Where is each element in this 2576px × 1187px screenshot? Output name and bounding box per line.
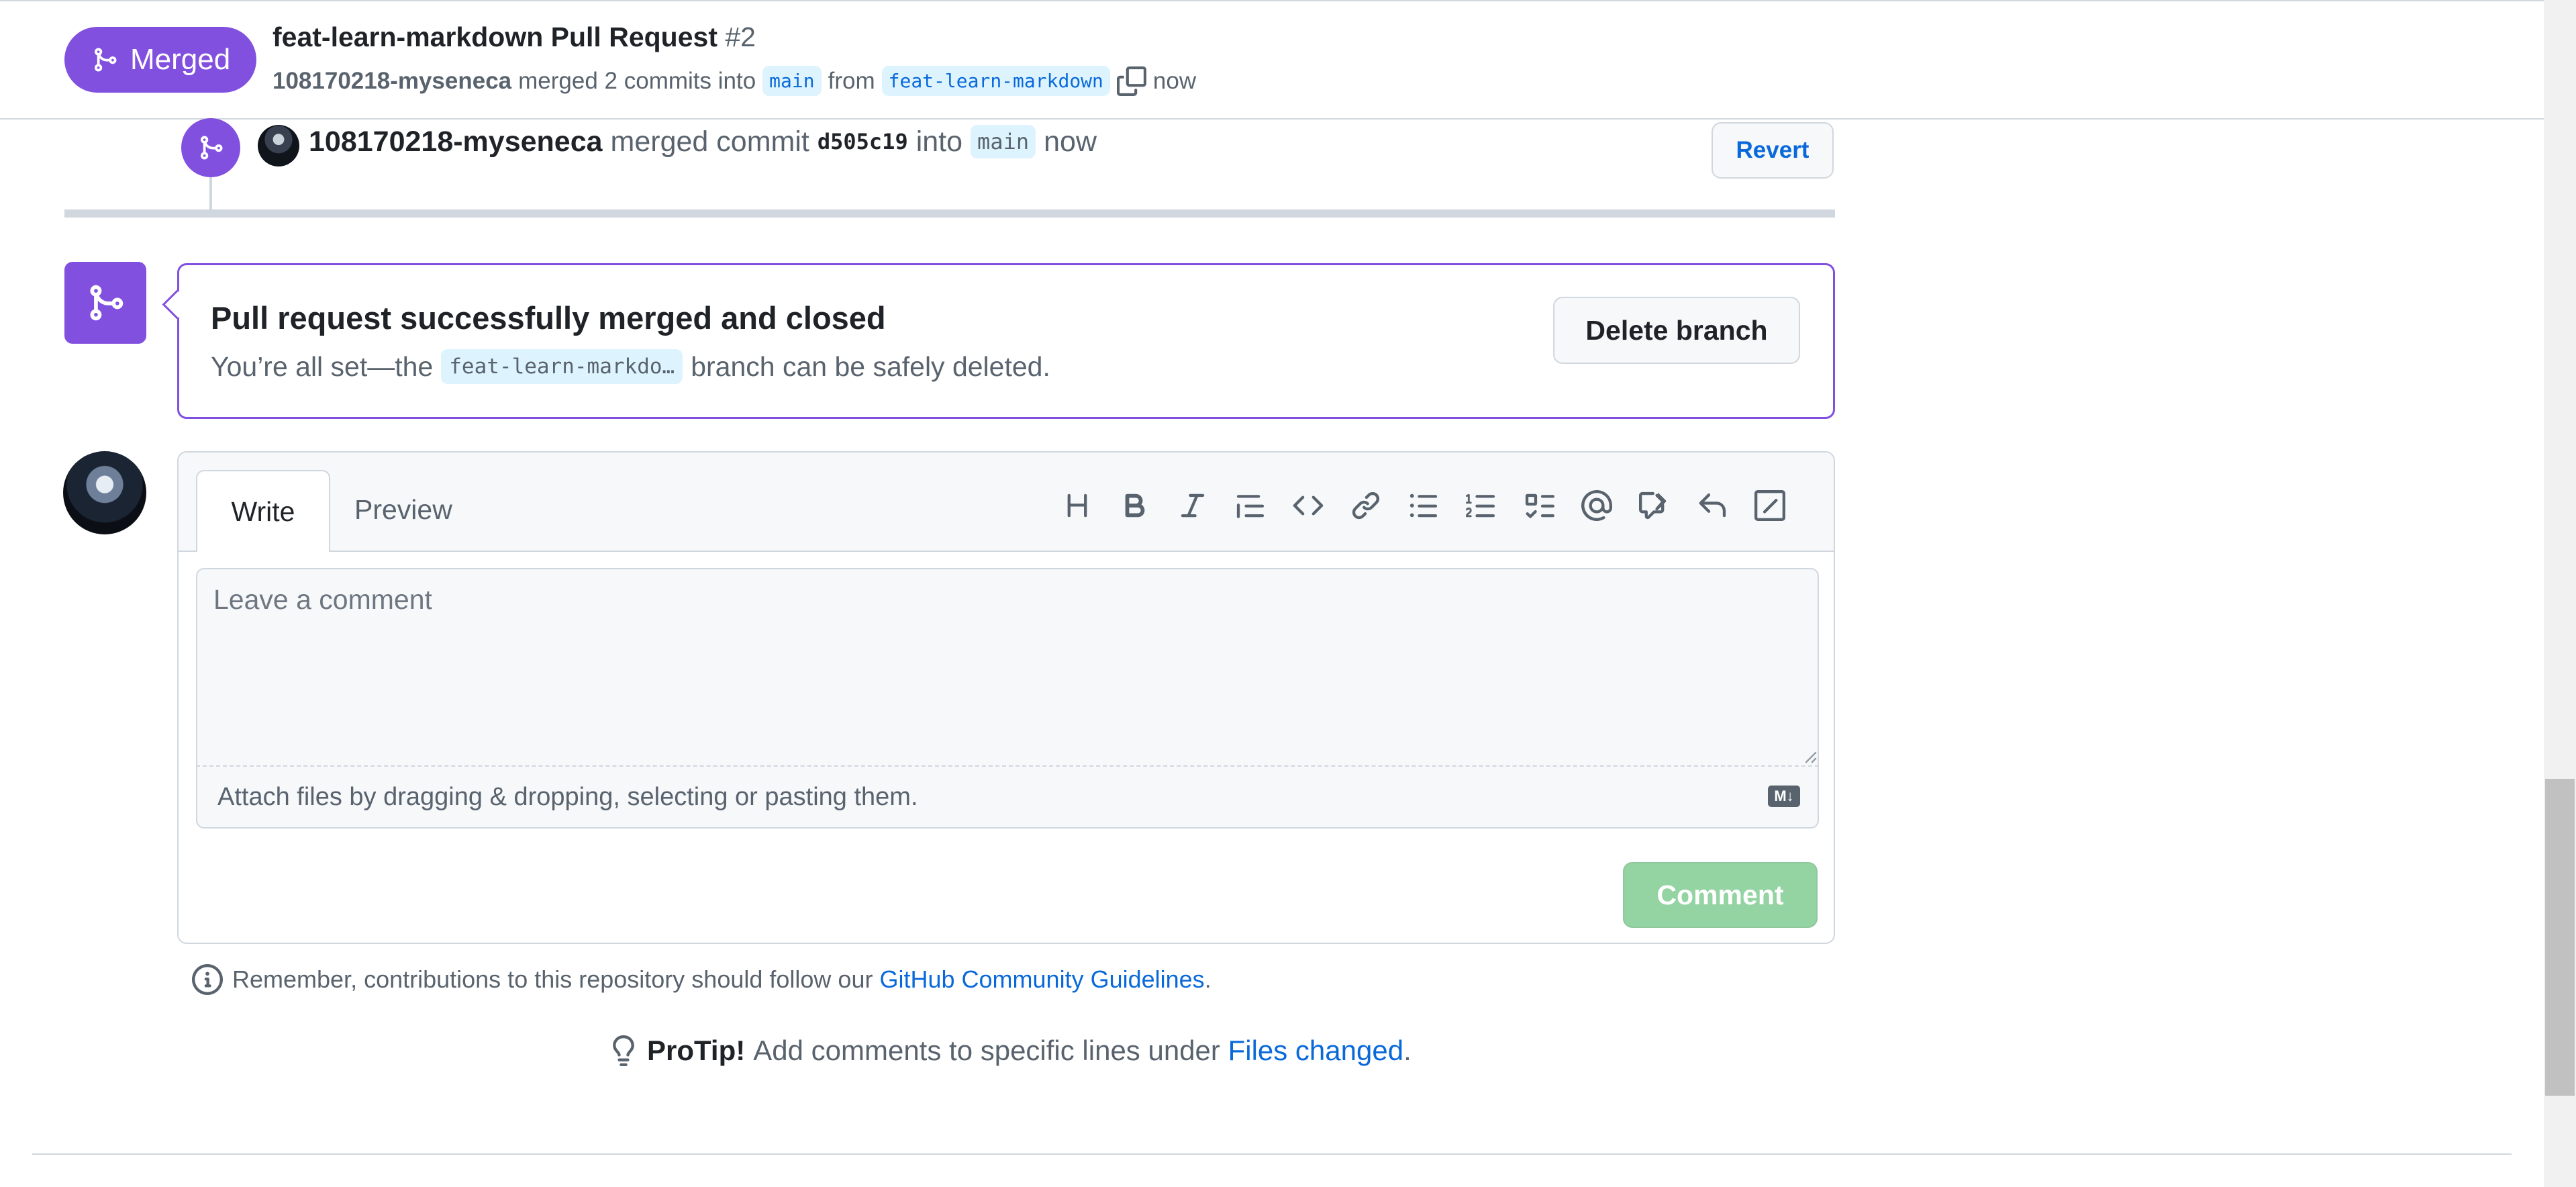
git-merge-icon [95, 48, 117, 72]
state-label: Merged [130, 43, 231, 76]
tab-write[interactable]: Write [196, 470, 330, 552]
attach-files-text: Attach files by dragging & dropping, sel… [217, 782, 918, 811]
merged-state-badge: Merged [64, 27, 256, 93]
from-text: from [828, 67, 875, 94]
head-branch-pill[interactable]: feat-learn-markdown [881, 66, 1110, 96]
git-merge-icon [90, 285, 123, 321]
event-time: now [1044, 125, 1097, 158]
pr-time: now [1152, 67, 1197, 94]
event-action: merged commit [610, 125, 809, 158]
merge-status-heading: Pull request successfully merged and clo… [211, 300, 886, 336]
merged-text: merged 2 commits into [518, 67, 756, 94]
commit-sha-link[interactable]: d505c19 [818, 129, 908, 154]
merge-sub-suffix: branch can be safely deleted. [691, 350, 1050, 382]
reply-icon[interactable] [1683, 482, 1741, 529]
composer-header: Write Preview [179, 453, 1834, 552]
revert-button[interactable]: Revert [1712, 122, 1834, 179]
merge-event-text: 108170218-myseneca merged commit d505c19… [309, 125, 1097, 158]
current-user-avatar[interactable] [63, 451, 146, 534]
slash-command-icon[interactable] [1741, 482, 1799, 529]
sticky-pr-header: Merged feat-learn-markdown Pull Request … [0, 0, 2544, 120]
guidelines-suffix: . [1204, 965, 1211, 993]
protip-text: Add comments to specific lines under [753, 1035, 1220, 1066]
protip-suffix: . [1403, 1035, 1411, 1066]
pr-meta: 108170218-myseneca merged 2 commits into… [273, 66, 1196, 96]
reference-icon[interactable] [1626, 482, 1683, 529]
attach-files-bar[interactable]: Attach files by dragging & dropping, sel… [196, 767, 1819, 828]
mention-icon[interactable] [1568, 482, 1626, 529]
light-bulb-icon [613, 1035, 634, 1066]
tab-preview[interactable]: Preview [354, 470, 452, 549]
pr-number: #2 [725, 21, 756, 52]
unordered-list-icon[interactable] [1395, 482, 1452, 529]
event-author-avatar[interactable] [258, 125, 299, 167]
resize-handle-icon[interactable] [1803, 749, 1818, 764]
comment-composer: Write Preview Attach files by dragging &… [177, 451, 1835, 944]
italic-icon[interactable] [1164, 482, 1222, 529]
event-author-link[interactable]: 108170218-myseneca [309, 126, 603, 158]
markdown-toolbar [1048, 482, 1799, 529]
task-list-icon[interactable] [1510, 482, 1568, 529]
merge-event-badge [181, 118, 240, 177]
heading-icon[interactable] [1048, 482, 1106, 529]
merge-sub-prefix: You’re all set—the [211, 350, 434, 382]
bottom-divider [32, 1153, 2512, 1155]
ordered-list-icon[interactable] [1452, 482, 1510, 529]
bold-icon[interactable] [1106, 482, 1164, 529]
base-branch-pill[interactable]: main [762, 66, 822, 96]
markdown-icon[interactable]: M↓ [1768, 786, 1800, 807]
pr-author-link[interactable]: 108170218-myseneca [273, 68, 511, 95]
comment-textarea[interactable] [196, 568, 1819, 767]
copy-icon[interactable] [1116, 66, 1146, 96]
deletable-branch-pill[interactable]: feat-learn-markdo… [441, 349, 683, 384]
protip-label: ProTip! [647, 1035, 746, 1066]
link-icon[interactable] [1337, 482, 1395, 529]
event-into: into [915, 125, 963, 158]
timeline-end-divider [64, 209, 1835, 218]
guidelines-prefix: Remember, contributions to this reposito… [232, 965, 873, 993]
protip-note: ProTip! Add comments to specific lines u… [608, 1034, 1411, 1067]
merge-status-subtext: You’re all set—the feat-learn-markdo… br… [211, 349, 1050, 384]
info-icon [192, 964, 223, 995]
community-guidelines-note: Remember, contributions to this reposito… [192, 964, 1211, 995]
files-changed-link[interactable]: Files changed [1228, 1035, 1404, 1066]
delete-branch-button[interactable]: Delete branch [1553, 297, 1800, 364]
scrollbar-thumb[interactable] [2545, 779, 2575, 1096]
event-branch-pill[interactable]: main [971, 125, 1036, 158]
pr-title-text: feat-learn-markdown Pull Request [273, 21, 717, 52]
merge-status-badge [64, 262, 146, 344]
quote-icon[interactable] [1222, 482, 1279, 529]
code-icon[interactable] [1279, 482, 1337, 529]
comment-button[interactable]: Comment [1623, 862, 1818, 928]
pr-title: feat-learn-markdown Pull Request #2 [273, 21, 756, 53]
community-guidelines-link[interactable]: GitHub Community Guidelines [879, 965, 1204, 993]
git-merge-icon [201, 136, 223, 160]
